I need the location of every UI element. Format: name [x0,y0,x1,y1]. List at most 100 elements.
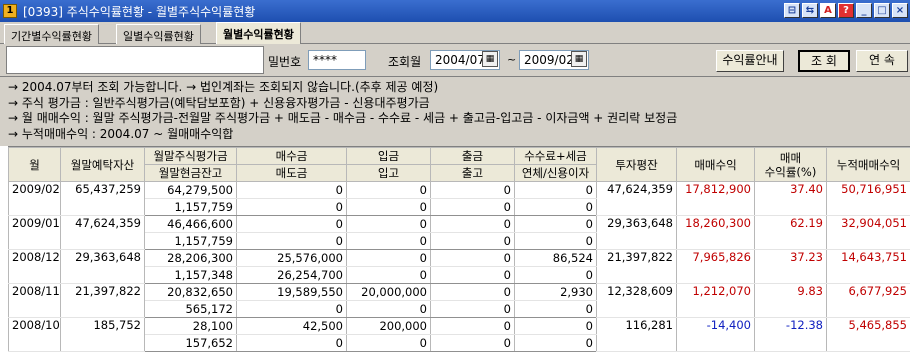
font-icon[interactable]: A [820,3,836,18]
tab-period-returns[interactable]: 기간별수익률현황 [4,24,99,44]
cell-invest-avg: 29,363,648 [596,215,677,250]
cell-rate: -12.38 [754,317,827,352]
table-row[interactable]: 2009/01 47,624,359 46,466,600 0 0 0 0 29,363,64… [8,215,910,250]
cell-deposit: 65,437,259 [60,181,145,216]
cell-cash: 1,157,759 [144,232,237,250]
cell-fee: 0 [514,215,597,233]
col-profit[interactable]: 매매수익 [676,147,755,182]
cell-cash: 565,172 [144,300,237,318]
cell-stock-eval: 46,466,600 [144,215,237,233]
cell-out: 0 [430,283,515,301]
col-stock-eval[interactable]: 월말주식평가금 [144,147,237,165]
window-title: [0393] 주식수익률현황 - 월별주식수익률현황 [23,4,256,19]
cell-profit: -14,400 [676,317,755,352]
minimize-icon[interactable]: _ [856,3,872,18]
query-button[interactable]: 조 회 [798,50,850,72]
cell-sell: 0 [236,232,347,250]
col-fee[interactable]: 수수료+세금 [514,147,597,165]
cell-buy: 25,576,000 [236,249,347,267]
cell-fee: 2,930 [514,283,597,301]
returns-table[interactable]: 월 월말예탁자산 월말주식평가금 매수금 입금 출금 수수료+세금 투자평잔 매… [8,146,910,357]
col-in[interactable]: 입금 [346,147,431,165]
tab-daily-returns[interactable]: 일별수익률현황 [116,24,201,44]
col-rate[interactable]: 매매 수익률(%) [754,147,827,182]
cell-in-stock: 0 [346,334,431,352]
col-deposit[interactable]: 월말예탁자산 [60,147,145,182]
layout-icon[interactable]: ⊟ [784,3,800,18]
col-cash[interactable]: 월말현금잔고 [144,164,237,182]
title-bar: 1 [0393] 주식수익률현황 - 월별주식수익률현황 ⊟ ⇆ A ? _ □… [0,0,910,22]
cell-invest-avg: 47,624,359 [596,181,677,216]
cell-sell: 0 [236,198,347,216]
cell-cash: 1,157,759 [144,198,237,216]
calendar-icon[interactable]: ▦ [482,51,498,67]
cell-interest: 0 [514,198,597,216]
cell-stock-eval: 28,100 [144,317,237,335]
cell-buy: 19,589,550 [236,283,347,301]
account-field[interactable] [6,46,264,74]
cell-cumulative: 6,677,925 [826,283,910,318]
cell-in-stock: 0 [346,232,431,250]
cell-month: 2009/02 [8,181,61,216]
col-in-stock[interactable]: 입고 [346,164,431,182]
cell-cash: 1,157,348 [144,266,237,284]
calendar-icon[interactable]: ▦ [571,51,587,67]
cell-in: 0 [346,181,431,199]
table-row[interactable]: 2008/10 185,752 28,100 42,500 200,000 0 0 116,2… [8,317,910,352]
col-sell[interactable]: 매도금 [236,164,347,182]
col-invest-avg[interactable]: 투자평잔 [596,147,677,182]
cell-invest-avg: 12,328,609 [596,283,677,318]
cell-deposit: 47,624,359 [60,215,145,250]
close-icon[interactable]: × [892,3,908,18]
table-row[interactable]: 2009/02 65,437,259 64,279,500 0 0 0 0 47,624,35… [8,181,910,216]
next-button[interactable]: 연 속 [856,50,908,72]
cell-in: 200,000 [346,317,431,335]
col-out[interactable]: 출금 [430,147,515,165]
table-row[interactable]: 2008/11 21,397,822 20,832,650 19,589,550 20,… [8,283,910,318]
window-buttons: ⊟ ⇆ A ? _ □ × [784,3,908,18]
cell-rate: 37.40 [754,181,827,216]
cell-rate: 37.23 [754,249,827,284]
help-icon[interactable]: ? [838,3,854,18]
cell-cumulative: 5,465,855 [826,317,910,352]
cell-in-stock: 0 [346,300,431,318]
cell-stock-eval: 64,279,500 [144,181,237,199]
col-buy[interactable]: 매수금 [236,147,347,165]
cell-fee: 0 [514,181,597,199]
password-field[interactable]: **** [308,50,366,70]
col-interest[interactable]: 연체/신용이자 [514,164,597,182]
col-month[interactable]: 월 [8,147,61,182]
return-guide-button[interactable]: 수익률안내 [716,50,784,72]
cell-out-stock: 0 [430,334,515,352]
cell-profit: 18,260,300 [676,215,755,250]
cell-in: 0 [346,249,431,267]
cell-buy: 42,500 [236,317,347,335]
cell-interest: 0 [514,334,597,352]
cell-buy: 0 [236,181,347,199]
cell-buy: 0 [236,215,347,233]
cell-deposit: 185,752 [60,317,145,352]
col-out-stock[interactable]: 출고 [430,164,515,182]
col-cumulative[interactable]: 누적매매수익 [826,147,910,182]
link-icon[interactable]: ⇆ [802,3,818,18]
cell-month: 2008/11 [8,283,61,318]
cell-in-stock: 0 [346,198,431,216]
cell-invest-avg: 116,281 [596,317,677,352]
tab-monthly-returns[interactable]: 월별수익률현황 [216,22,301,45]
cell-out-stock: 0 [430,266,515,284]
table-header-row: 월 월말예탁자산 월말주식평가금 매수금 입금 출금 수수료+세금 투자평잔 매… [8,147,910,182]
table-row[interactable]: 2008/12 29,363,648 28,206,300 25,576,000 0 0 8… [8,249,910,284]
maximize-icon[interactable]: □ [874,3,890,18]
cell-fee: 86,524 [514,249,597,267]
cell-cumulative: 50,716,951 [826,181,910,216]
cell-out: 0 [430,181,515,199]
cell-cumulative: 32,904,051 [826,215,910,250]
cell-month: 2008/12 [8,249,61,284]
cell-cumulative: 14,643,751 [826,249,910,284]
cell-month: 2008/10 [8,317,61,352]
cell-out: 0 [430,317,515,335]
note-line: → 월 매매수익 : 월말 주식평가금-전월말 주식평가금 + 매도금 - 매수… [8,111,678,125]
cell-out: 0 [430,249,515,267]
tab-bar: 기간별수익률현황 일별수익률현황 월별수익률현황 [0,22,910,45]
cell-sell: 0 [236,334,347,352]
